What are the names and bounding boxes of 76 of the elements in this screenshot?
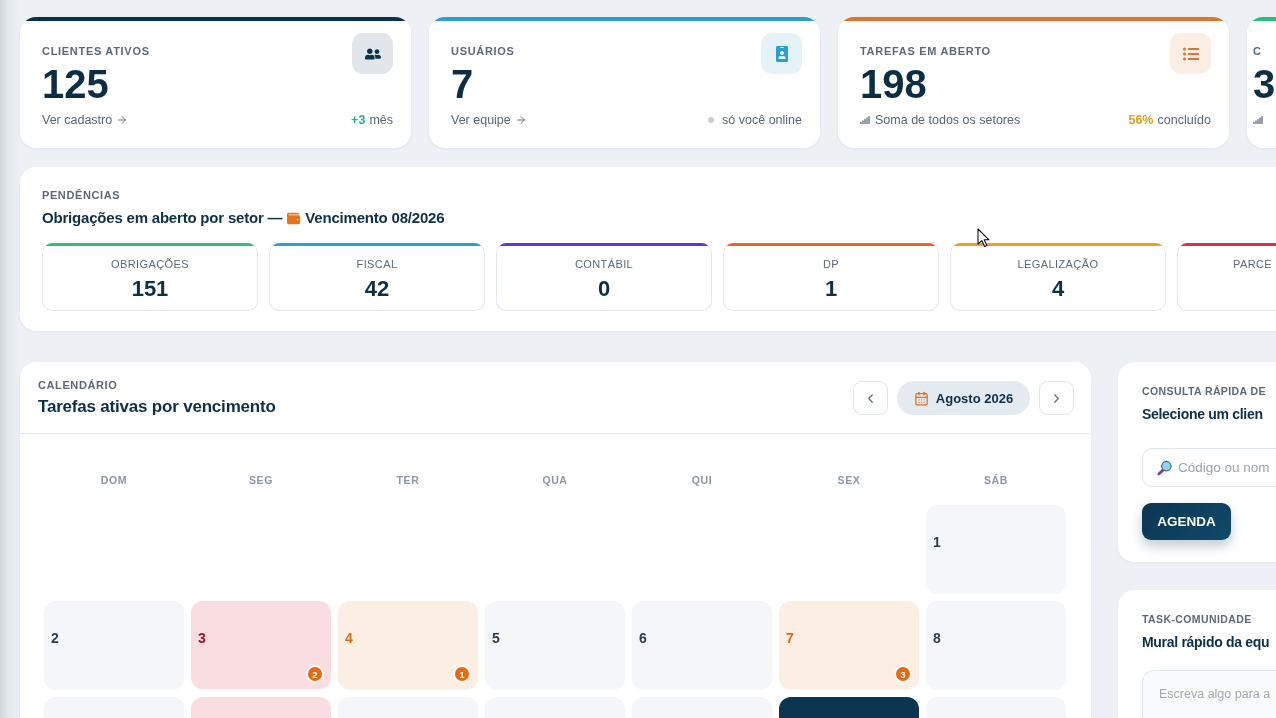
calendar-day[interactable]: 3 2 xyxy=(191,601,331,689)
card-label: TAREFAS EM ABERTO xyxy=(860,44,991,58)
task-count-badge: 2 xyxy=(306,665,324,683)
day-number: 6 xyxy=(639,629,647,647)
day-number: 4 xyxy=(345,629,353,647)
view-link[interactable]: Ver equipe xyxy=(451,113,527,127)
calendar-day[interactable]: 6 xyxy=(632,601,772,689)
sector-value: 151 xyxy=(131,276,169,302)
panel-title: Mural rápido da equ xyxy=(1142,633,1270,652)
card-label: USUÁRIOS xyxy=(451,44,515,58)
card-value: 3 xyxy=(1253,62,1276,106)
card-label: CLIENTES ATIVOS xyxy=(42,44,150,58)
bar-chart-icon xyxy=(860,115,870,125)
day-number: 7 xyxy=(786,629,794,647)
day-number: 5 xyxy=(492,629,500,647)
id-badge-icon xyxy=(761,33,802,74)
panel-title: Tarefas ativas por vencimento xyxy=(38,396,276,418)
agenda-button[interactable]: AGENDA xyxy=(1142,503,1231,540)
dot-icon xyxy=(708,117,715,123)
trend-text: +3 mês xyxy=(351,113,393,127)
day-number: 8 xyxy=(933,629,941,647)
section-label: CONSULTA RÁPIDA DE xyxy=(1142,384,1266,398)
cursor-icon xyxy=(977,228,990,248)
sector-value: 4 xyxy=(1051,276,1065,302)
card-label: C xyxy=(1253,44,1262,58)
sector-value: 0 xyxy=(597,276,611,302)
card-value: 7 xyxy=(451,62,474,106)
task-count-badge: 1 xyxy=(453,665,471,683)
message-field[interactable]: Escreva algo para a xyxy=(1142,670,1276,718)
weekday-label: SEX xyxy=(837,473,861,487)
month-picker[interactable]: Agosto 2026 xyxy=(897,381,1030,415)
calendar-icon xyxy=(913,390,929,406)
section-label: TASK-COMUNIDADE xyxy=(1142,612,1252,626)
sector-label: FISCAL xyxy=(356,257,398,271)
day-number: 1 xyxy=(933,533,941,551)
weekday-label: QUI xyxy=(691,473,713,487)
weekday-label: SEG xyxy=(249,473,273,487)
panel-title: Obrigações em aberto por setor — xyxy=(42,208,283,228)
sector-value: 1 xyxy=(824,276,838,302)
previous-month-button[interactable] xyxy=(853,381,888,415)
calendar-day[interactable]: 8 xyxy=(926,601,1066,689)
sector-label: CONTÁBIL xyxy=(574,257,634,271)
search-field[interactable]: Código ou nom xyxy=(1142,448,1276,487)
users-icon xyxy=(352,33,393,74)
task-count-badge: 3 xyxy=(894,665,912,683)
due-date-text: Vencimento 08/2026 xyxy=(305,208,445,228)
card-value: 198 xyxy=(860,62,927,106)
bar-chart-icon xyxy=(1253,115,1263,125)
list-icon xyxy=(1170,33,1211,74)
arrow-right-icon xyxy=(514,114,527,126)
weekday-label: DOM xyxy=(100,473,128,487)
panel-title: Selecione um clien xyxy=(1142,405,1263,424)
search-icon xyxy=(1157,460,1172,476)
calendar-day[interactable]: 5 xyxy=(485,601,625,689)
section-label: CALENDÁRIO xyxy=(38,378,118,392)
sector-label: PARCE xyxy=(1233,257,1273,271)
weekday-label: QUA xyxy=(542,473,568,487)
arrow-right-icon xyxy=(116,114,129,126)
calendar-day[interactable]: 2 xyxy=(44,601,184,689)
weekday-label: SÁB xyxy=(984,473,1008,487)
view-link[interactable]: Ver cadastro xyxy=(42,113,129,127)
next-month-button[interactable] xyxy=(1039,381,1074,415)
card-value: 125 xyxy=(42,62,109,106)
footer-note: Soma de todos os setores xyxy=(875,113,1021,127)
day-number: 2 xyxy=(51,629,59,647)
day-number: 3 xyxy=(198,629,206,647)
calendar-day[interactable]: 1 xyxy=(926,505,1066,593)
trend-text: 56% concluído xyxy=(1128,113,1211,127)
status-text: só você online xyxy=(722,113,802,127)
weekday-label: TER xyxy=(396,473,420,487)
sector-label: DP xyxy=(822,257,840,271)
sector-label: OBRIGAÇÕES xyxy=(111,257,189,271)
wallet-icon xyxy=(287,211,301,225)
sector-value: 42 xyxy=(364,276,390,302)
section-label: PENDÊNCIAS xyxy=(42,188,121,202)
sector-label: LEGALIZAÇÃO xyxy=(1017,257,1099,271)
